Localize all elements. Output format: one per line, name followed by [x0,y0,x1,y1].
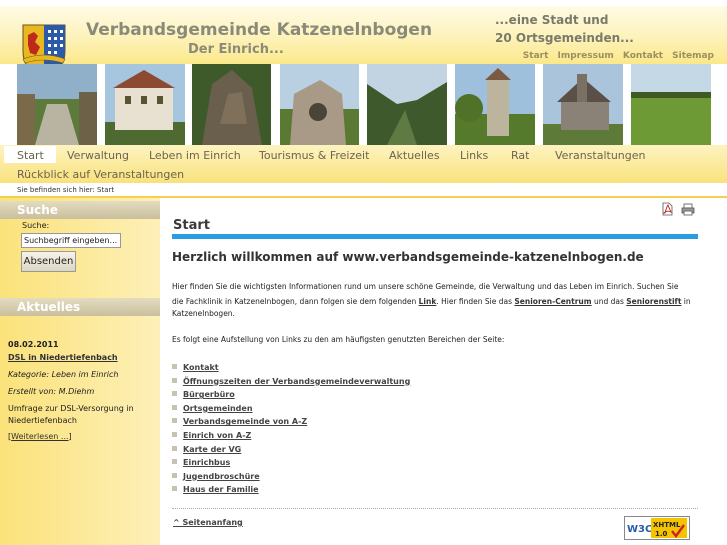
intro-text-c: und das [591,297,627,306]
bullet-icon [172,459,177,465]
bullet-icon [172,431,177,437]
site-title: Verbandsgemeinde Katzenelnbogen [86,20,433,40]
news-teaser-line-2: Niedertiefenbach [8,416,77,425]
link-haus-der-familie[interactable]: Haus der Familie [183,485,259,494]
news-title-link[interactable]: DSL in Niedertiefenbach [8,353,118,362]
tagline-line-1: ...eine Stadt und [495,13,609,27]
bullet-icon [172,486,177,492]
intro-line-2: die Fachklinik in Katzenelnbogen, dann f… [172,296,691,307]
toplink-start[interactable]: Start [523,51,549,61]
search-heading-bar: Suche [0,201,160,219]
tagline-line-2: 20 Ortsgemeinden... [495,31,634,45]
list-item: Einrichbus [172,458,410,472]
search-submit-button[interactable]: Absenden [21,251,76,272]
links-intro: Es folgt eine Aufstellung von Links zu d… [172,335,505,344]
badge-version-text: 1.0 [655,530,668,538]
bullet-icon [172,377,177,383]
list-item: Haus der Familie [172,485,410,499]
header: Verbandsgemeinde Katzenelnbogen Der Einr… [0,0,727,148]
nav-item-tourismus-freizeit[interactable]: Tourismus & Freizeit [259,149,369,162]
news-author: Erstellt von: M.Diehm [8,387,95,396]
news-teaser-line-1: Umfrage zur DSL-Versorgung in [8,404,134,413]
photo-church [543,64,623,145]
seniorenstift-link[interactable]: Seniorenstift [626,297,681,306]
footer-divider [172,508,698,509]
nav-item-verwaltung[interactable]: Verwaltung [67,149,129,162]
bullet-icon [172,391,177,397]
nav-item-rueckblick[interactable]: Rückblick auf Veranstaltungen [17,168,184,181]
badge-w3c-text: W3C [627,524,652,535]
list-item: Jugendbroschüre [172,472,410,486]
bullet-icon [172,472,177,478]
bullet-icon [172,364,177,369]
badge-xhtml-text: XHTML [653,521,681,529]
intro-text-a: die Fachklinik in Katzenelnbogen, dann f… [172,297,419,306]
pdf-icon[interactable] [660,202,674,216]
toplink-impressum[interactable]: Impressum [558,51,614,61]
link-kontakt[interactable]: Kontakt [183,363,219,372]
list-item: Karte der VG [172,445,410,459]
bullet-icon [172,445,177,451]
news-heading: Aktuelles [17,300,81,314]
news-heading-bar: Aktuelles [0,298,160,316]
link-vg-a-z[interactable]: Verbandsgemeinde von A-Z [183,417,307,426]
nav-item-start[interactable]: Start [17,149,44,162]
top-links: Start Impressum Kontakt Sitemap [517,51,714,61]
photo-tower [455,64,535,145]
list-item: Kontakt [172,363,410,377]
news-more: [Weiterlesen ...] [8,432,72,441]
nav-item-links[interactable]: Links [460,149,488,162]
search-label: Suche: [22,221,50,230]
toplink-kontakt[interactable]: Kontakt [623,51,663,61]
nav-item-leben-im-einrich[interactable]: Leben im Einrich [149,149,241,162]
link-ortsgemeinden[interactable]: Ortsgemeinden [183,404,253,413]
intro-line-1: Hier finden Sie die wichtigsten Informat… [172,282,679,291]
print-icon[interactable] [681,203,695,216]
page-title: Start [173,218,210,233]
quick-links-list: Kontakt Öffnungszeiten der Verbandsgemei… [172,363,410,499]
site-subtitle: Der Einrich... [188,42,284,57]
toplink-sitemap[interactable]: Sitemap [672,51,714,61]
bullet-icon [172,404,177,410]
list-item: Ortsgemeinden [172,404,410,418]
welcome-heading: Herzlich willkommen auf www.verbandsgeme… [172,250,644,264]
fachklinik-link[interactable]: Link [419,297,437,306]
back-to-top-link[interactable]: ^ Seitenanfang [173,518,243,527]
nav-item-rat[interactable]: Rat [511,149,529,162]
intro-line-3: Katzenelnbogen. [172,309,235,318]
link-einrich-a-z[interactable]: Einrich von A-Z [183,431,251,440]
intro-text-d: in [681,297,691,306]
news-date: 08.02.2011 [8,340,59,349]
link-einrichbus[interactable]: Einrichbus [183,458,230,467]
photo-castle [105,64,185,145]
news-read-more-link[interactable]: Weiterlesen ... [11,432,68,441]
nav-item-aktuelles[interactable]: Aktuelles [389,149,440,162]
photo-meadow [631,64,711,145]
list-item: Bürgerbüro [172,390,410,404]
list-item: Verbandsgemeinde von A-Z [172,417,410,431]
search-input[interactable] [21,233,121,248]
photo-valley [367,64,447,145]
list-item: Einrich von A-Z [172,431,410,445]
link-jugendbroschuere[interactable]: Jugendbroschüre [183,472,260,481]
title-underline [172,234,698,239]
link-karte[interactable]: Karte der VG [183,445,241,454]
link-oeffnungszeiten[interactable]: Öffnungszeiten der Verbandsgemeindeverwa… [183,377,410,386]
search-heading: Suche [17,203,58,217]
list-item: Öffnungszeiten der Verbandsgemeindeverwa… [172,377,410,391]
breadcrumb: Sie befinden sich hier: Start [17,186,115,194]
news-more-bracket-close: ] [68,432,72,441]
w3c-xhtml-badge[interactable]: W3C XHTML 1.0 [624,516,690,540]
photo-rocks [192,64,271,145]
senioren-centrum-link[interactable]: Senioren-Centrum [514,297,591,306]
photo-ruin [280,64,359,145]
news-category: Kategorie: Leben im Einrich [8,370,119,379]
photo-town-wall [17,64,97,145]
intro-text-b: . Hier finden Sie das [436,297,515,306]
nav-item-veranstaltungen[interactable]: Veranstaltungen [555,149,646,162]
link-buergerbuero[interactable]: Bürgerbüro [183,390,235,399]
bullet-icon [172,418,177,424]
